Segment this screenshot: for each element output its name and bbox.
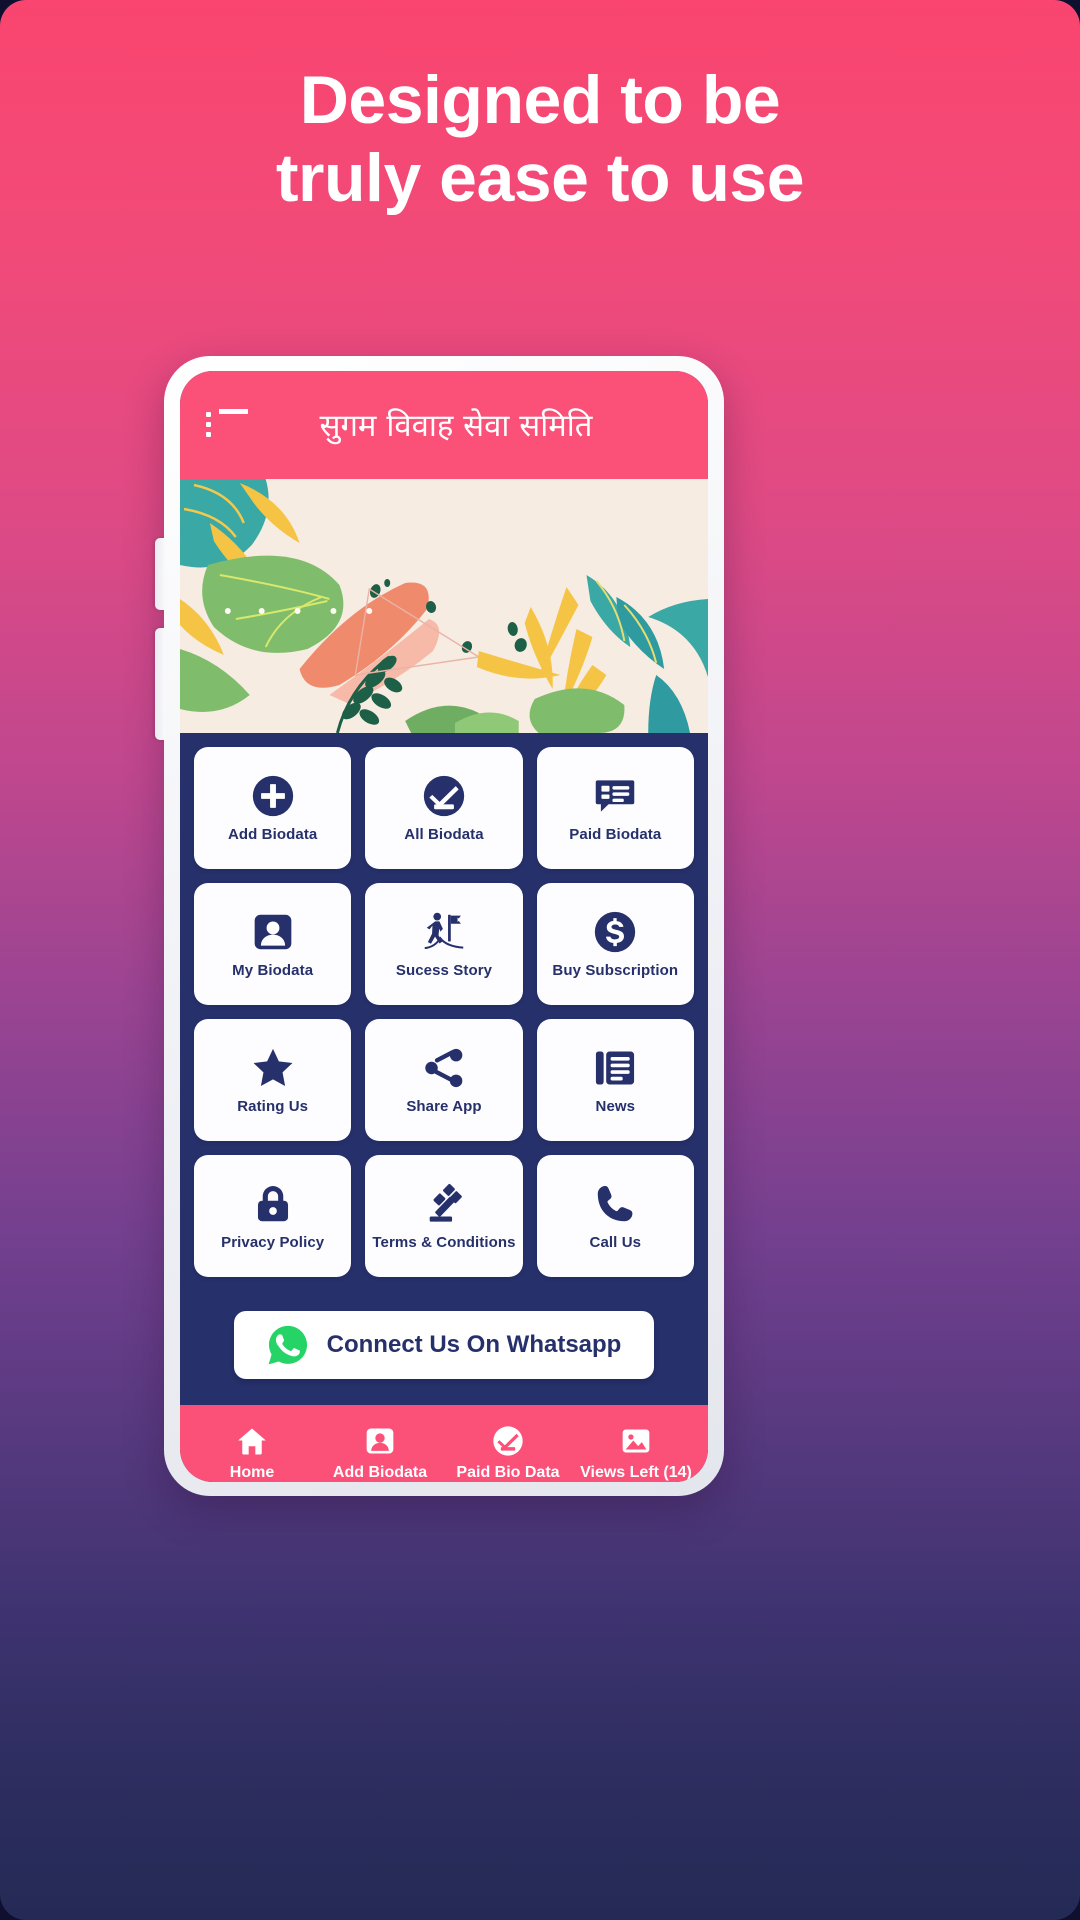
tile-label: Call Us bbox=[589, 1233, 642, 1251]
whatsapp-label: Connect Us On Whatsapp bbox=[326, 1331, 622, 1358]
tile-share-app[interactable]: Share App bbox=[365, 1019, 523, 1141]
nav-label: Home bbox=[229, 1463, 275, 1481]
person-card-icon bbox=[364, 1425, 396, 1457]
plus-circle-icon bbox=[251, 774, 295, 818]
phone-side-button-volume bbox=[155, 538, 166, 610]
tile-label: Share App bbox=[406, 1097, 482, 1115]
tile-privacy-policy[interactable]: Privacy Policy bbox=[194, 1155, 352, 1277]
list-menu-icon[interactable] bbox=[206, 409, 248, 441]
headline-line-2: truly ease to use bbox=[275, 139, 805, 216]
home-icon bbox=[236, 1425, 268, 1457]
gavel-icon bbox=[422, 1182, 466, 1226]
tile-label: Terms & Conditions bbox=[372, 1233, 516, 1251]
headline-line-1: Designed to be bbox=[299, 62, 781, 138]
tile-news[interactable]: News bbox=[536, 1019, 694, 1141]
tile-rating-us[interactable]: Rating Us bbox=[194, 1019, 352, 1141]
promo-headline: Designed to be truly ease to use bbox=[0, 62, 1080, 217]
phone-icon bbox=[593, 1182, 637, 1226]
check-circle-icon bbox=[422, 774, 466, 818]
tile-label: All Biodata bbox=[404, 825, 484, 843]
tile-label: Add Biodata bbox=[227, 825, 318, 843]
phone-side-button-power bbox=[155, 628, 166, 740]
promo-poster: Designed to be truly ease to use सुगम वि… bbox=[0, 0, 1080, 1920]
lock-icon bbox=[251, 1182, 295, 1226]
tile-all-biodata[interactable]: All Biodata bbox=[365, 747, 523, 869]
menu-grid: Add Biodata All Biodata Paid Biodata My … bbox=[194, 747, 694, 1277]
paid-list-icon bbox=[593, 774, 637, 818]
image-icon bbox=[620, 1425, 652, 1457]
banner-image bbox=[180, 479, 708, 733]
nav-item-home[interactable]: Home bbox=[188, 1425, 316, 1482]
nav-item-add-biodata[interactable]: Add Biodata bbox=[316, 1425, 444, 1482]
tile-label: Rating Us bbox=[237, 1097, 309, 1115]
app-title: सुगम विवाह सेवा समिति bbox=[319, 408, 593, 444]
tile-paid-biodata[interactable]: Paid Biodata bbox=[536, 747, 694, 869]
nav-item-paid-bio-data[interactable]: Paid Bio Data bbox=[444, 1425, 572, 1482]
whatsapp-icon bbox=[267, 1324, 309, 1366]
nav-label: Views Left (14) bbox=[580, 1463, 692, 1481]
check-circle-icon bbox=[492, 1425, 524, 1457]
tile-terms-conditions[interactable]: Terms & Conditions bbox=[365, 1155, 523, 1277]
star-icon bbox=[251, 1046, 295, 1090]
nav-item-views-left[interactable]: Views Left (14) bbox=[572, 1425, 700, 1482]
bottom-navigation: Home Add Biodata Paid Bio Data Views Lef… bbox=[180, 1405, 708, 1482]
nav-label: Add Biodata bbox=[332, 1463, 428, 1481]
tile-call-us[interactable]: Call Us bbox=[536, 1155, 694, 1277]
tile-sucess-story[interactable]: Sucess Story bbox=[365, 883, 523, 1005]
app-header: सुगम विवाह सेवा समिति bbox=[180, 371, 708, 479]
tile-label: Sucess Story bbox=[395, 961, 493, 979]
tile-label: News bbox=[595, 1097, 636, 1115]
tile-label: Buy Subscription bbox=[552, 961, 679, 979]
whatsapp-section: Connect Us On Whatsapp bbox=[194, 1289, 694, 1405]
tile-my-biodata[interactable]: My Biodata bbox=[194, 883, 352, 1005]
tile-label: My Biodata bbox=[232, 961, 314, 979]
connect-whatsapp-button[interactable]: Connect Us On Whatsapp bbox=[234, 1311, 654, 1379]
share-nodes-icon bbox=[422, 1046, 466, 1090]
tile-label: Paid Biodata bbox=[569, 825, 662, 843]
tile-buy-subscription[interactable]: Buy Subscription bbox=[536, 883, 694, 1005]
app-screen: सुगम विवाह सेवा समिति Add Biodata All Bi… bbox=[180, 371, 708, 1482]
newspaper-icon bbox=[593, 1046, 637, 1090]
nav-label: Paid Bio Data bbox=[456, 1463, 560, 1481]
tile-add-biodata[interactable]: Add Biodata bbox=[194, 747, 352, 869]
flag-summit-icon bbox=[422, 910, 466, 954]
tile-label: Privacy Policy bbox=[221, 1233, 325, 1251]
person-card-icon bbox=[251, 910, 295, 954]
dollar-circle-icon bbox=[593, 910, 637, 954]
phone-mockup: सुगम विवाह सेवा समिति Add Biodata All Bi… bbox=[155, 356, 724, 1496]
menu-grid-container: Add Biodata All Biodata Paid Biodata My … bbox=[180, 733, 708, 1405]
